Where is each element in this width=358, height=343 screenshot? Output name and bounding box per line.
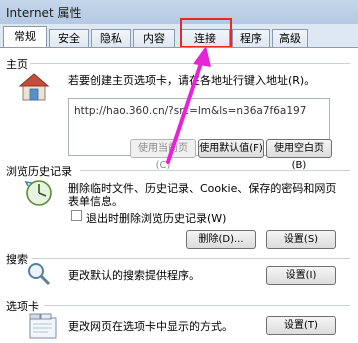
use-current-button[interactable]: 使用当前页(C) — [130, 139, 196, 171]
tab-general[interactable]: 常规 — [3, 26, 47, 48]
highlight-box — [180, 18, 232, 48]
home-description: 若要创建主页选项卡，请在各地址行键入地址(R)。 — [68, 74, 316, 87]
search-section-title: 搜索 — [6, 253, 28, 266]
search-divider — [32, 258, 350, 259]
home-icon — [18, 73, 50, 101]
history-settings-button[interactable]: 设置(S) — [266, 230, 336, 249]
tab-privacy[interactable]: 隐私 — [91, 29, 131, 47]
history-divider — [80, 170, 350, 171]
window-title: Internet 属性 — [6, 6, 82, 20]
delete-on-exit-label: 退出时删除浏览历史记录(W) — [86, 212, 227, 225]
history-section-title: 浏览历史记录 — [6, 165, 72, 178]
history-icon — [24, 180, 52, 206]
tab-content[interactable]: 内容 — [133, 29, 175, 47]
tabs-settings-button[interactable]: 设置(T) — [266, 316, 336, 335]
tab-security[interactable]: 安全 — [49, 29, 89, 47]
search-description: 更改默认的搜索提供程序。 — [68, 269, 200, 282]
tab-strip: 常规 安全 隐私 内容 连接 程序 高级 — [0, 24, 358, 48]
title-bar: Internet 属性 — [0, 0, 358, 24]
search-settings-button[interactable]: 设置(I) — [266, 266, 336, 285]
home-url-value: http://hao.360.cn/?src=lm&ls=n36a7f6a197 — [74, 105, 307, 117]
home-divider — [30, 63, 350, 64]
history-description-line2: 表单信息。 — [68, 195, 123, 208]
use-default-button[interactable]: 使用默认值(F) — [198, 139, 264, 158]
home-section-title: 主页 — [6, 58, 28, 71]
use-blank-button[interactable]: 使用空白页(B) — [266, 139, 332, 171]
tab-advanced[interactable]: 高级 — [272, 29, 308, 47]
tabs-icon — [29, 313, 57, 339]
delete-history-button[interactable]: 删除(D)... — [186, 230, 256, 249]
search-icon — [28, 263, 51, 286]
tabs-description: 更改网页在选项卡中显示的方式。 — [68, 320, 233, 333]
general-panel: 主页 若要创建主页选项卡，请在各地址行键入地址(R)。 http://hao.3… — [0, 47, 358, 343]
tab-programs[interactable]: 程序 — [232, 29, 270, 47]
delete-on-exit-checkbox[interactable] — [71, 210, 82, 221]
tabs-divider — [44, 305, 350, 306]
